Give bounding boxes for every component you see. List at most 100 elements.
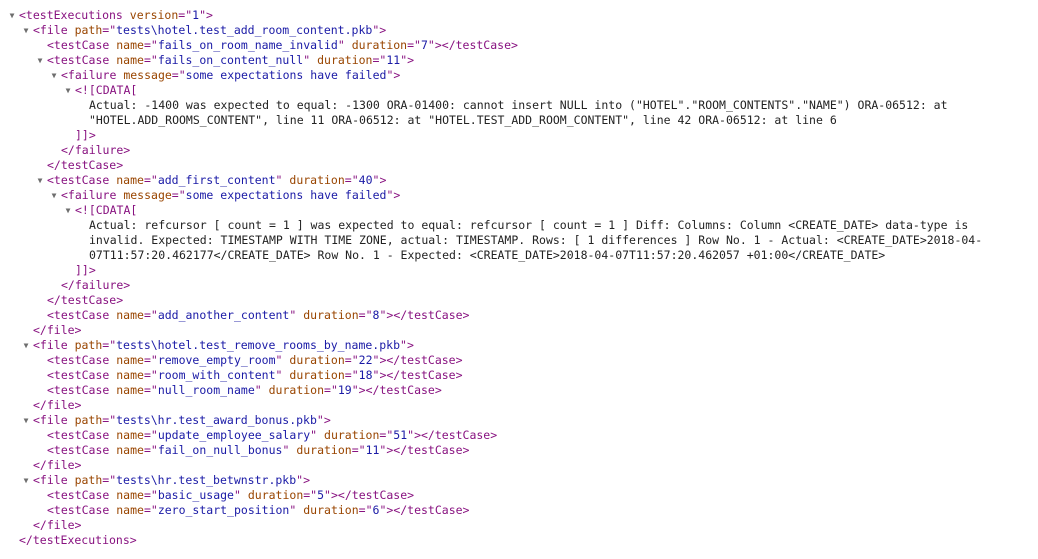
file-open-line[interactable]: ▼ <file path="tests\hr.test_betwnstr.pkb"… — [0, 473, 1038, 488]
attr-quote: " — [400, 338, 407, 352]
collapse-triangle-icon[interactable]: ▼ — [21, 473, 31, 488]
closing-tag: </testCase> — [337, 488, 415, 502]
tag-name: <file — [33, 413, 68, 427]
attribute-name: path — [74, 473, 103, 487]
attribute-name: duration — [268, 383, 325, 397]
failure-open-line[interactable]: ▼ <failure message="some expectations hav… — [0, 188, 1038, 203]
testcase-line: <testCase name="remove_empty_room" durat… — [0, 353, 1038, 368]
file-open-line[interactable]: ▼ <file path="tests\hotel.test_add_room_c… — [0, 23, 1038, 38]
attribute-value: 40 — [358, 173, 373, 187]
collapse-triangle-icon[interactable]: ▼ — [49, 68, 59, 83]
collapse-triangle-icon[interactable]: ▼ — [21, 338, 31, 353]
attr-quote: " — [427, 38, 435, 52]
tag-close: > — [393, 188, 401, 202]
closing-tag: </testCase> — [393, 308, 470, 322]
closing-tag-line: </failure> — [0, 278, 1038, 293]
attribute-name: name — [116, 368, 144, 382]
attribute-value: tests\hotel.test_add_room_content.pkb — [116, 23, 373, 37]
tag-name: <testCase — [47, 38, 110, 52]
attr-quote: =" — [102, 23, 117, 37]
attribute-value: 22 — [358, 353, 373, 367]
attribute-name: path — [74, 338, 103, 352]
tag-name: <file — [33, 338, 68, 352]
tag-name: <testCase — [47, 383, 110, 397]
cdata-content: Actual: refcursor [ count = 1 ] was expe… — [0, 218, 1030, 263]
file-open-line[interactable]: ▼ <file path="tests\hr.test_award_bonus.p… — [0, 413, 1038, 428]
testcase-open-line[interactable]: ▼ <testCase name="add_first_content" dura… — [0, 173, 1038, 188]
closing-tag-line: </file> — [0, 518, 1038, 533]
attribute-name: duration — [317, 53, 373, 67]
attribute-value: null_room_name — [157, 383, 255, 397]
tag-name: <testCase — [47, 443, 110, 457]
attribute-value: update_employee_salary — [157, 428, 311, 442]
tag-name: <testCase — [47, 308, 110, 322]
cdata-content: Actual: -1400 was expected to equal: -13… — [0, 98, 1030, 128]
tag-name: <testCase — [47, 488, 110, 502]
cdata-open-line[interactable]: ▼ <![CDATA[ — [0, 203, 1038, 218]
collapse-triangle-icon[interactable]: ▼ — [21, 413, 31, 428]
testcase-line: <testCase name="null_room_name" duration… — [0, 383, 1038, 398]
attr-quote: =" — [143, 308, 158, 322]
attribute-value: tests\hotel.test_remove_rooms_by_name.pk… — [116, 338, 400, 352]
attr-quote: =" — [143, 383, 158, 397]
attribute-name: duration — [303, 308, 359, 322]
tag-close: > — [434, 38, 442, 52]
closing-tag: </failure> — [61, 278, 131, 292]
attr-quote: " — [233, 488, 241, 502]
tag-close: > — [414, 428, 421, 442]
attribute-value: some expectations have failed — [185, 68, 387, 82]
collapse-triangle-icon[interactable]: ▼ — [35, 53, 45, 68]
collapse-triangle-icon[interactable]: ▼ — [7, 8, 17, 23]
tag-close: > — [379, 173, 387, 187]
closing-tag-line: </file> — [0, 458, 1038, 473]
testcase-line: <testCase name="basic_usage" duration="5… — [0, 488, 1038, 503]
attribute-name: duration — [296, 443, 352, 457]
collapse-triangle-icon[interactable]: ▼ — [49, 188, 59, 203]
attr-quote: " — [351, 383, 359, 397]
tag-close: > — [407, 53, 415, 67]
tag-close: > — [393, 68, 401, 82]
closing-tag: </testCase> — [386, 353, 463, 367]
file-open-line[interactable]: ▼ <file path="tests\hotel.test_remove_roo… — [0, 338, 1038, 353]
attr-quote: =" — [358, 503, 373, 517]
attr-quote: =" — [178, 8, 193, 22]
closing-tag: </testCase> — [393, 443, 470, 457]
closing-tag: </testCase> — [421, 428, 498, 442]
collapse-triangle-icon[interactable]: ▼ — [21, 23, 31, 38]
collapse-triangle-icon[interactable]: ▼ — [35, 173, 45, 188]
attribute-value: room_with_content — [157, 368, 276, 382]
tag-name: <testCase — [47, 368, 110, 382]
attribute-value: 11 — [386, 53, 401, 67]
closing-tag-line: </file> — [0, 323, 1038, 338]
failure-open-line[interactable]: ▼ <failure message="some expectations hav… — [0, 68, 1038, 83]
testcase-open-line[interactable]: ▼ <testCase name="fails_on_content_null" … — [0, 53, 1038, 68]
closing-tag-line: </testExecutions> — [0, 533, 1038, 548]
attr-quote: =" — [143, 173, 158, 187]
testcase-line: <testCase name="fails_on_room_name_inval… — [0, 38, 1038, 53]
cdata-open-line[interactable]: ▼ <![CDATA[ — [0, 83, 1038, 98]
testcase-line: <testCase name="add_another_content" dur… — [0, 308, 1038, 323]
attr-quote: =" — [379, 428, 394, 442]
attribute-value: zero_start_position — [157, 503, 290, 517]
tag-close: > — [323, 413, 331, 427]
attribute-value: 5 — [317, 488, 325, 502]
closing-tag: </testCase> — [386, 368, 463, 382]
attr-quote: =" — [372, 53, 387, 67]
collapse-triangle-icon[interactable]: ▼ — [63, 203, 73, 218]
testexecutions-open-line[interactable]: ▼ <testExecutions version="1"> — [0, 8, 1038, 23]
closing-tag: </testCase> — [365, 383, 442, 397]
cdata-close-line: ]]> — [0, 263, 1038, 278]
closing-tag-line: </testCase> — [0, 158, 1038, 173]
collapse-triangle-icon[interactable]: ▼ — [63, 83, 73, 98]
closing-tag: </file> — [33, 398, 82, 412]
testcase-line: <testCase name="room_with_content" durat… — [0, 368, 1038, 383]
cdata-open: <![CDATA[ — [75, 83, 138, 97]
attribute-value: add_first_content — [157, 173, 276, 187]
attribute-value: 18 — [358, 368, 373, 382]
attr-quote: " — [254, 383, 262, 397]
